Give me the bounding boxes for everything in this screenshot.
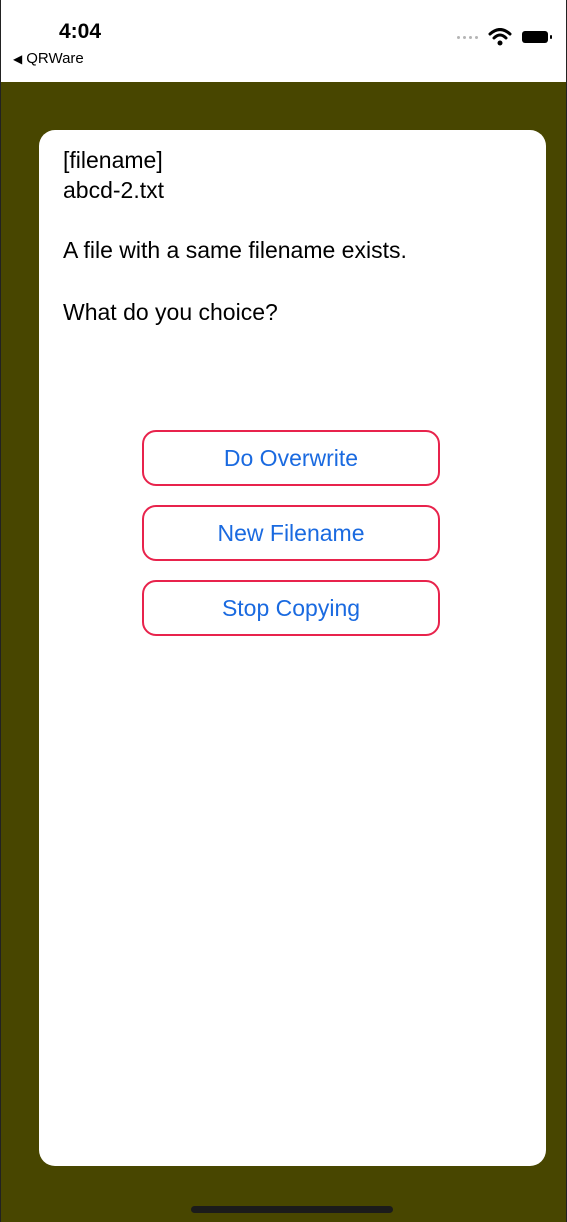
filename-label: [filename] [63, 147, 163, 173]
back-triangle-icon: ◀ [13, 51, 23, 66]
status-time: 4:04 [59, 20, 102, 43]
status-bar: 4:04 ◀ QRWare [1, 0, 566, 82]
back-app-label: QRWare [26, 50, 84, 67]
do-overwrite-button[interactable]: Do Overwrite [142, 430, 440, 486]
filename-value: abcd-2.txt [63, 177, 164, 203]
wifi-icon [488, 28, 512, 46]
back-to-app-link[interactable]: ◀ QRWare [13, 50, 84, 67]
status-icons [457, 28, 552, 46]
app-screen: 4:04 ◀ QRWare [filename] abcd-2.txt A fi… [0, 0, 567, 1222]
stop-copying-button[interactable]: Stop Copying [142, 580, 440, 636]
signal-dots-icon [457, 35, 478, 39]
battery-icon [522, 31, 552, 43]
dialog-card: [filename] abcd-2.txt A file with a same… [39, 130, 546, 1166]
duplicate-message: A file with a same filename exists. [63, 237, 407, 263]
new-filename-button[interactable]: New Filename [142, 505, 440, 561]
home-indicator[interactable] [191, 1206, 393, 1213]
choice-question: What do you choice? [63, 299, 278, 325]
